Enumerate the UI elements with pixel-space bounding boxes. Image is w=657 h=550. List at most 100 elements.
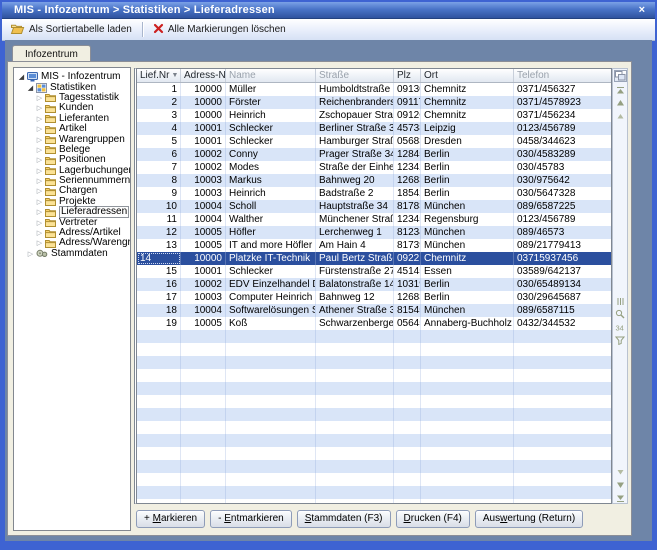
row-height-button[interactable] [614, 296, 626, 306]
column-header-telefon[interactable]: Telefon [514, 69, 612, 82]
table-row[interactable]: 810003MarkusBahnweg 2012683Berlin030/975… [137, 174, 611, 187]
cell-ort[interactable]: München [421, 200, 514, 213]
cell-ort[interactable]: Chemnitz [421, 96, 514, 109]
collapse-arrow-icon[interactable]: ◢ [17, 73, 26, 81]
cell-name[interactable]: Schlecker [226, 122, 316, 135]
expand-arrow-icon[interactable]: ▷ [35, 94, 44, 102]
scroll-down-button[interactable] [614, 480, 626, 490]
cell-ort[interactable]: Berlin [421, 161, 514, 174]
cell-plz[interactable]: 18542 [394, 187, 421, 200]
cell-adress-nr-[interactable]: 10005 [181, 239, 226, 252]
cell-ort[interactable]: Berlin [421, 291, 514, 304]
cell-stra-e[interactable]: Fürstenstraße 27 [316, 265, 394, 278]
cell-name[interactable]: Schlecker [226, 265, 316, 278]
cell-plz[interactable]: 12845 [394, 148, 421, 161]
cell-name[interactable]: Förster [226, 96, 316, 109]
cell-adress-nr-[interactable]: 10003 [181, 187, 226, 200]
cell-adress-nr-[interactable]: 10002 [181, 278, 226, 291]
cell-telefon[interactable]: 030/4583289 [514, 148, 612, 161]
tree-item-mis-infozentrum[interactable]: ◢MIS - Infozentrum [14, 72, 130, 82]
table-row[interactable]: 1510001SchleckerFürstenstraße 2745145Ess… [137, 265, 611, 278]
cell-plz[interactable]: 09221 [394, 252, 421, 265]
cell-name[interactable]: Scholl [226, 200, 316, 213]
cell-adress-nr-[interactable]: 10004 [181, 304, 226, 317]
cell-name[interactable]: IT and more Höfler OHG [226, 239, 316, 252]
tab-infozentrum[interactable]: Infozentrum [12, 45, 91, 62]
cell-stra-e[interactable]: Zschopauer Straße 280 [316, 109, 394, 122]
cell-stra-e[interactable]: Prager Straße 34 [316, 148, 394, 161]
cell-plz[interactable]: 10319 [394, 278, 421, 291]
column-header-stra-e[interactable]: Straße [316, 69, 394, 82]
expand-arrow-icon[interactable]: ▷ [35, 239, 44, 247]
cell-ort[interactable]: München [421, 304, 514, 317]
cell-telefon[interactable]: 0371/456327 [514, 83, 612, 96]
cell-ort[interactable]: Essen [421, 265, 514, 278]
collapse-arrow-icon[interactable]: ◢ [26, 84, 35, 92]
cell-name[interactable]: Müller [226, 83, 316, 96]
expand-arrow-icon[interactable]: ▷ [35, 219, 44, 227]
table-row[interactable]: 1310005IT and more Höfler OHGAm Hain 481… [137, 239, 611, 252]
cell-lief-nr[interactable]: 16 [137, 278, 181, 291]
expand-arrow-icon[interactable]: ▷ [35, 156, 44, 164]
cell-lief-nr[interactable]: 7 [137, 161, 181, 174]
cell-telefon[interactable]: 0371/456234 [514, 109, 612, 122]
page-up-button[interactable] [614, 111, 626, 121]
cell-lief-nr[interactable]: 9 [137, 187, 181, 200]
cell-ort[interactable]: Dresden [421, 135, 514, 148]
filter-button[interactable] [614, 335, 626, 345]
cell-ort[interactable]: Chemnitz [421, 83, 514, 96]
table-row[interactable]: 510001SchleckerHamburger Straße05683Dres… [137, 135, 611, 148]
cell-lief-nr[interactable]: 4 [137, 122, 181, 135]
table-row[interactable]: 110000MüllerHumboldtstraße 1009130Chemni… [137, 83, 611, 96]
table-row[interactable]: 1210005HöflerLerchenweg 181234München089… [137, 226, 611, 239]
cell-stra-e[interactable]: Bahnweg 20 [316, 174, 394, 187]
table-row[interactable]: 1910005KoßSchwarzenberger Straße05645Ann… [137, 317, 611, 330]
cell-adress-nr-[interactable]: 10005 [181, 317, 226, 330]
cell-plz[interactable]: 12345 [394, 213, 421, 226]
footer-button-auswertung-return[interactable]: Auswertung (Return) [475, 510, 583, 528]
cell-telefon[interactable]: 03715937456 [514, 252, 612, 265]
cell-plz[interactable]: 81739 [394, 239, 421, 252]
cell-plz[interactable]: 81234 [394, 226, 421, 239]
cell-ort[interactable]: Berlin [421, 278, 514, 291]
toolbar-item[interactable]: Als Sortiertabelle laden [2, 19, 140, 40]
table-row[interactable]: 910003HeinrichBadstraße 218542Berlin030/… [137, 187, 611, 200]
cell-name[interactable]: Markus [226, 174, 316, 187]
cell-ort[interactable]: München [421, 226, 514, 239]
scroll-last-button[interactable] [614, 493, 626, 503]
cell-stra-e[interactable]: Badstraße 2 [316, 187, 394, 200]
cell-stra-e[interactable]: Hamburger Straße [316, 135, 394, 148]
expand-arrow-icon[interactable]: ▷ [35, 208, 44, 216]
expand-arrow-icon[interactable]: ▷ [35, 187, 44, 195]
table-row[interactable]: 1610002EDV Einzelhandel Dietsch GmbBalat… [137, 278, 611, 291]
scroll-up-button[interactable] [614, 98, 626, 108]
cell-plz[interactable]: 09126 [394, 109, 421, 122]
footer-button-markieren[interactable]: + Markieren [136, 510, 205, 528]
cell-adress-nr-[interactable]: 10001 [181, 122, 226, 135]
cell-name[interactable]: Conny [226, 148, 316, 161]
cell-name[interactable]: Softwarelösungen Scholl Gmb [226, 304, 316, 317]
cell-lief-nr[interactable]: 6 [137, 148, 181, 161]
cell-plz[interactable]: 12683 [394, 174, 421, 187]
cell-telefon[interactable]: 0432/344532 [514, 317, 612, 330]
cell-lief-nr[interactable]: 5 [137, 135, 181, 148]
cell-lief-nr[interactable]: 2 [137, 96, 181, 109]
expand-arrow-icon[interactable]: ▷ [35, 167, 44, 175]
table-row[interactable]: 310000HeinrichZschopauer Straße 28009126… [137, 109, 611, 122]
table-row[interactable]: 1710003Computer Heinrich GmbHBahnweg 121… [137, 291, 611, 304]
cell-ort[interactable]: Berlin [421, 148, 514, 161]
cell-lief-nr[interactable]: 10 [137, 200, 181, 213]
cell-stra-e[interactable]: Schwarzenberger Straße [316, 317, 394, 330]
cell-ort[interactable]: Annaberg-Buchholz [421, 317, 514, 330]
cell-lief-nr[interactable]: 11 [137, 213, 181, 226]
footer-button-drucken-f4[interactable]: Drucken (F4) [396, 510, 470, 528]
cell-plz[interactable]: 05645 [394, 317, 421, 330]
cell-adress-nr-[interactable]: 10001 [181, 135, 226, 148]
cell-stra-e[interactable]: Bahnweg 12 [316, 291, 394, 304]
cell-telefon[interactable]: 030/975642 [514, 174, 612, 187]
column-chooser-button[interactable] [614, 70, 627, 82]
cell-ort[interactable]: Berlin [421, 187, 514, 200]
cell-name[interactable]: Koß [226, 317, 316, 330]
cell-ort[interactable]: Chemnitz [421, 109, 514, 122]
cell-plz[interactable]: 09117 [394, 96, 421, 109]
